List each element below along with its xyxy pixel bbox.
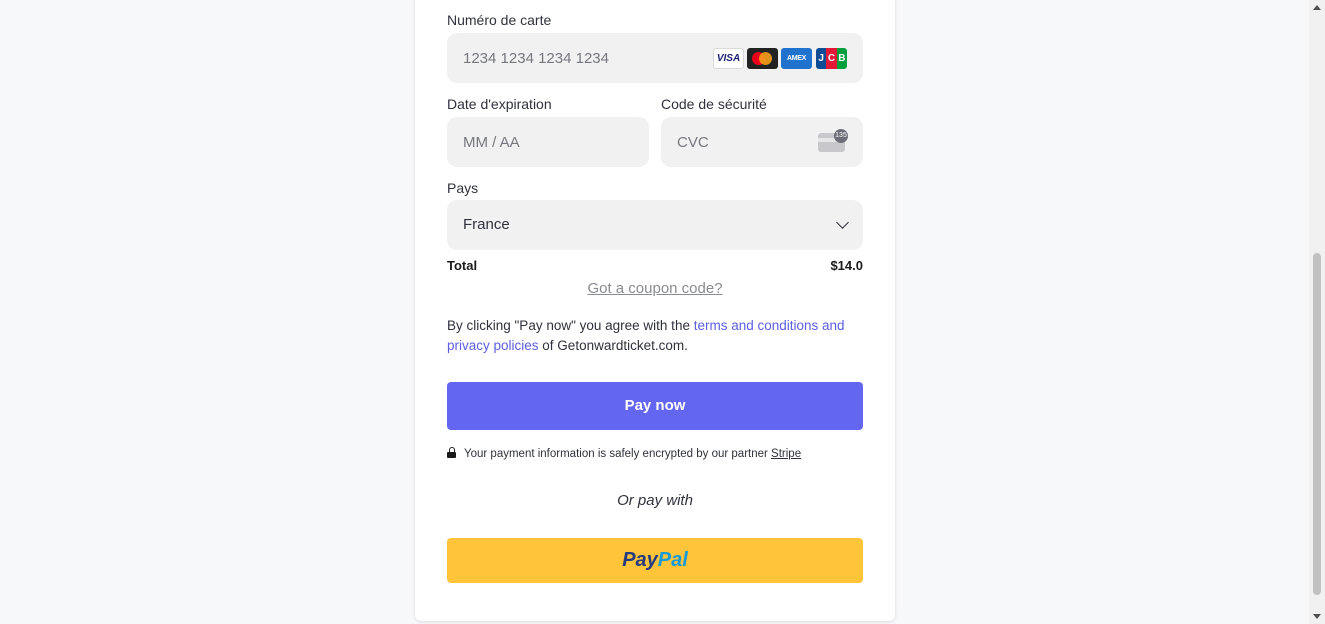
cvc-badge: 135 <box>834 129 848 143</box>
paypal-logo-part1: Pay <box>622 549 658 571</box>
or-pay-with-label: Or pay with <box>617 492 693 509</box>
terms-text: By clicking "Pay now" you agree with the… <box>447 316 867 356</box>
total-label: Total <box>447 258 478 273</box>
paypal-logo-part2: Pal <box>657 549 688 571</box>
secure-note-text: Your payment information is safely encry… <box>464 448 772 460</box>
expiry-field[interactable] <box>447 117 649 167</box>
card-number-input[interactable] <box>463 33 755 83</box>
pay-now-button[interactable]: Pay now <box>447 382 863 430</box>
card-number-label: Numéro de carte <box>447 12 552 28</box>
scroll-down-icon[interactable] <box>1313 614 1321 619</box>
stripe-link[interactable]: Stripe <box>771 448 801 460</box>
page-scrollbar[interactable] <box>1309 0 1325 624</box>
coupon-link[interactable]: Got a coupon code? <box>415 280 895 297</box>
card-back-icon: 135 <box>818 129 848 152</box>
cvc-field[interactable]: 135 <box>661 117 863 167</box>
chevron-down-icon <box>836 216 849 229</box>
secure-note: Your payment information is safely encry… <box>447 447 801 460</box>
cvc-input[interactable] <box>677 117 819 167</box>
mastercard-icon <box>747 48 778 69</box>
scroll-thumb[interactable] <box>1313 253 1321 595</box>
country-select[interactable]: France <box>447 200 863 250</box>
terms-suffix: of Getonwardticket.com. <box>538 338 688 353</box>
terms-prefix: By clicking "Pay now" you agree with the <box>447 318 694 333</box>
cvc-label: Code de sécurité <box>661 96 767 112</box>
country-label: Pays <box>447 180 479 196</box>
expiry-label: Date d'expiration <box>447 96 552 112</box>
lock-icon <box>447 447 456 458</box>
payment-card: Numéro de carte VISA AMEX J C B Date d'e… <box>415 0 895 621</box>
visa-icon: VISA <box>713 48 744 69</box>
amex-icon: AMEX <box>781 48 812 69</box>
paypal-button[interactable]: PayPal <box>447 538 863 583</box>
scroll-up-icon[interactable] <box>1313 5 1321 10</box>
jcb-icon: J C B <box>816 48 847 69</box>
card-number-field[interactable]: VISA AMEX J C B <box>447 33 863 83</box>
total-value: $14.0 <box>830 258 863 273</box>
expiry-input[interactable] <box>463 117 605 167</box>
country-value: France <box>463 216 510 233</box>
